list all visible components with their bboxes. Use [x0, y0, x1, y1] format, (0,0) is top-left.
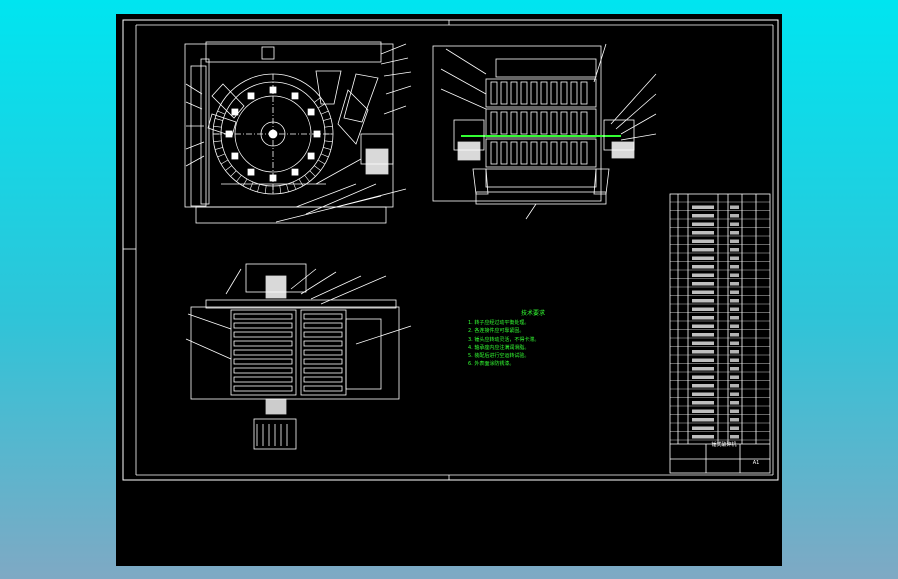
note-line: 2. 各连接件应可靠紧固。 — [468, 328, 525, 335]
title-block-sheet: A1 — [752, 460, 760, 466]
parts-list — [669, 193, 771, 474]
note-line: 6. 外表面涂防锈漆。 — [468, 361, 515, 368]
cad-drawing — [122, 19, 779, 481]
title-block-name: 锤式破碎机 — [711, 442, 737, 448]
drawing-border — [122, 19, 779, 481]
note-line: 1. 转子应经过动平衡处理。 — [468, 320, 530, 327]
notes-title: 技术要求 — [520, 310, 545, 317]
note-line: 3. 锤头应转动灵活，不得卡滞。 — [468, 336, 540, 343]
front-view — [184, 41, 412, 224]
side-view — [432, 43, 657, 220]
note-line: 5. 装配后进行空运转试验。 — [468, 353, 530, 360]
technical-notes: 技术要求 1. 转子应经过动平衡处理。 2. 各连接件应可靠紧固。 3. 锤头应… — [468, 310, 608, 368]
note-line: 4. 轴承座内应注满润滑脂。 — [468, 344, 530, 351]
plan-view — [185, 263, 412, 450]
drawing-viewport[interactable]: 技术要求 1. 转子应经过动平衡处理。 2. 各连接件应可靠紧固。 3. 锤头应… — [116, 14, 782, 566]
